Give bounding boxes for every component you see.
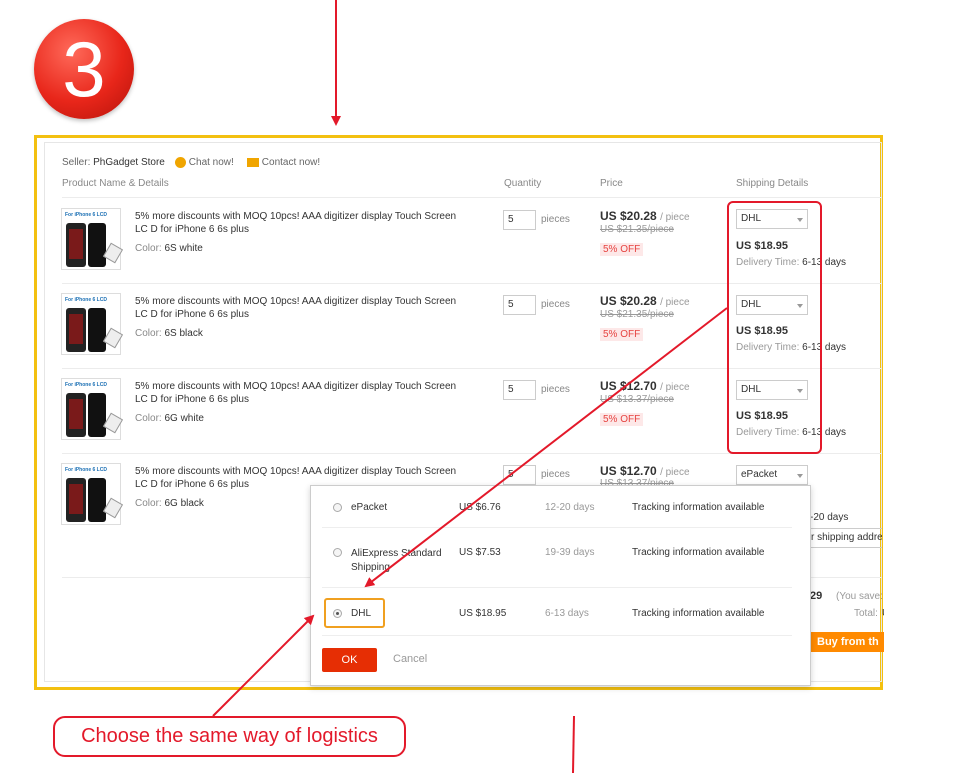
shipping-to-dhl-arrow [364, 307, 728, 588]
bottom-arrow [572, 715, 575, 773]
callout-label: Choose the same way of logistics [53, 716, 406, 757]
callout-arrow [212, 614, 315, 717]
annotation-arrows [212, 0, 728, 773]
